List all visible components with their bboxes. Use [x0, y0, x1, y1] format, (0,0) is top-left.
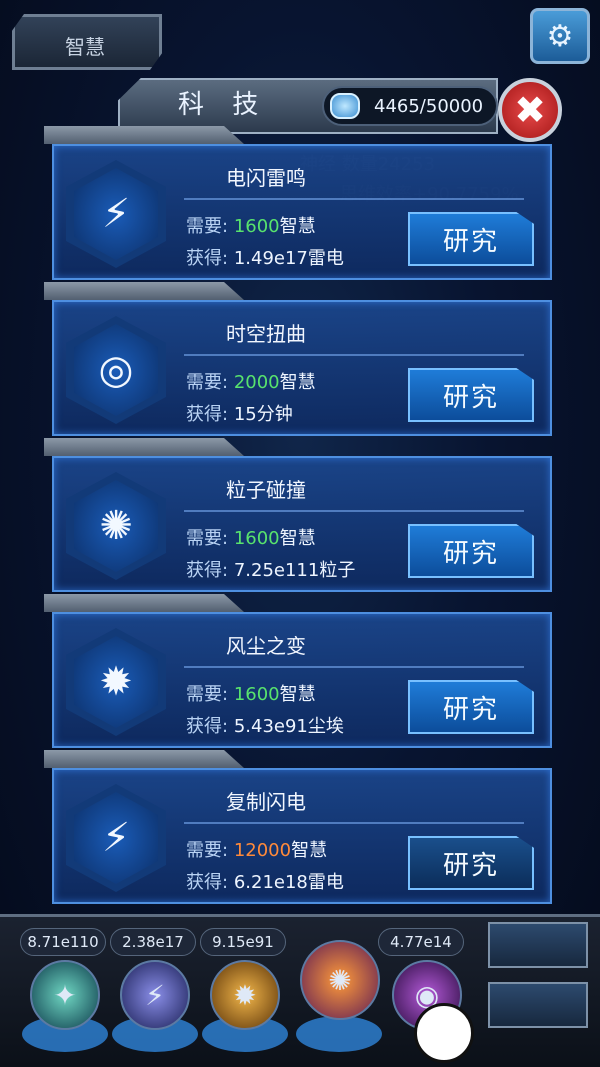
tech-card: ⚡ 复制闪电 需要: 12000智慧 获得: 6.21e18雷电 研究 [52, 768, 552, 904]
cost-row: 需要: 1600智慧 [186, 680, 316, 706]
divider [184, 666, 524, 668]
tech-title: 粒子碰撞 [226, 478, 306, 502]
card-tab [44, 438, 244, 456]
tech-title: 电闪雷鸣 [226, 166, 306, 190]
gain-value: 5.43e91尘埃 [233, 716, 344, 737]
tech-icon-frame: ✺ [66, 472, 166, 580]
wisdom-counter: 4465/50000 [322, 86, 498, 126]
cost-label: 需要: [186, 684, 229, 705]
cost-label: 需要: [186, 840, 229, 861]
card-tab [44, 126, 244, 144]
gain-label: 获得: [186, 404, 229, 425]
gain-value: 1.49e17雷电 [233, 248, 344, 269]
tech-icon-frame: ⚡ [66, 160, 166, 268]
research-button[interactable]: 研究 [408, 836, 534, 890]
gain-row: 获得: 1.49e17雷电 [186, 244, 344, 270]
orb-pedestal [296, 1016, 382, 1052]
cost-label: 需要: [186, 528, 229, 549]
resource-chip: 8.71e110 [20, 928, 106, 956]
resource-chip: 4.77e14 [378, 928, 464, 956]
particle-orb-icon[interactable]: ✦ [30, 960, 100, 1030]
cost-amount: 1600 [233, 528, 280, 549]
copy-lightning-icon: ⚡ [74, 792, 158, 884]
close-button[interactable]: ✖ [498, 78, 562, 142]
settings-button[interactable]: ⚙ [530, 8, 590, 64]
gain-value: 15分钟 [233, 404, 293, 425]
divider [184, 510, 524, 512]
cost-amount: 2000 [233, 372, 280, 393]
tech-card: ✺ 粒子碰撞 需要: 1600智慧 获得: 7.25e111粒子 研究 [52, 456, 552, 592]
divider [184, 354, 524, 356]
wisdom-tab[interactable]: 智慧 [12, 14, 162, 70]
cost-amount: 12000 [233, 840, 292, 861]
cost-unit: 智慧 [279, 684, 316, 705]
gain-label: 获得: [186, 560, 229, 581]
cost-row: 需要: 2000智慧 [186, 368, 316, 394]
tech-title: 时空扭曲 [226, 322, 306, 346]
lightning-burst-icon: ⚡ [74, 168, 158, 260]
research-button[interactable]: 研究 [408, 212, 534, 266]
side-menu-button[interactable] [488, 922, 588, 968]
research-button[interactable]: 研究 [408, 524, 534, 578]
wisdom-tab-label: 智慧 [65, 35, 105, 59]
time-warp-icon: ◎ [74, 324, 158, 416]
gain-label: 获得: [186, 716, 229, 737]
gain-label: 获得: [186, 872, 229, 893]
tech-card: ◎ 时空扭曲 需要: 2000智慧 获得: 15分钟 研究 [52, 300, 552, 436]
gain-row: 获得: 5.43e91尘埃 [186, 712, 344, 738]
tech-card: ⚡ 电闪雷鸣 需要: 1600智慧 获得: 1.49e17雷电 研究 [52, 144, 552, 280]
panel-title: 科 技 [178, 90, 269, 120]
close-icon: ✖ [514, 88, 546, 132]
research-button[interactable]: 研究 [408, 368, 534, 422]
cost-unit: 智慧 [279, 528, 316, 549]
cost-row: 需要: 1600智慧 [186, 212, 316, 238]
particle-collision-icon: ✺ [74, 480, 158, 572]
tech-icon-frame: ✹ [66, 628, 166, 736]
gain-row: 获得: 15分钟 [186, 400, 293, 426]
resource-chip: 2.38e17 [110, 928, 196, 956]
tech-icon-frame: ◎ [66, 316, 166, 424]
brain-icon [330, 93, 360, 119]
resource-chip: 9.15e91 [200, 928, 286, 956]
cost-row: 需要: 12000智慧 [186, 836, 327, 862]
gear-icon: ⚙ [546, 18, 574, 54]
cost-label: 需要: [186, 216, 229, 237]
tech-title: 复制闪电 [226, 790, 306, 814]
card-tab [44, 594, 244, 612]
wisdom-value: 4465/50000 [374, 95, 484, 117]
card-tab [44, 750, 244, 768]
divider [184, 822, 524, 824]
cost-row: 需要: 1600智慧 [186, 524, 316, 550]
panda-icon [414, 1003, 474, 1063]
research-button[interactable]: 研究 [408, 680, 534, 734]
tech-title: 风尘之变 [226, 634, 306, 658]
energy-orb-icon[interactable]: ✺ [300, 940, 380, 1020]
lightning-orb-icon[interactable]: ⚡ [120, 960, 190, 1030]
cost-unit: 智慧 [279, 372, 316, 393]
cost-label: 需要: [186, 372, 229, 393]
watermark-logo [410, 995, 600, 1067]
gain-value: 6.21e18雷电 [233, 872, 344, 893]
divider [184, 198, 524, 200]
dust-storm-icon: ✹ [74, 636, 158, 728]
cost-unit: 智慧 [291, 840, 328, 861]
cost-amount: 1600 [233, 216, 280, 237]
cost-amount: 1600 [233, 684, 280, 705]
gain-row: 获得: 7.25e111粒子 [186, 556, 355, 582]
tech-card: ✹ 风尘之变 需要: 1600智慧 获得: 5.43e91尘埃 研究 [52, 612, 552, 748]
tech-icon-frame: ⚡ [66, 784, 166, 892]
gain-row: 获得: 6.21e18雷电 [186, 868, 344, 894]
gain-label: 获得: [186, 248, 229, 269]
card-tab [44, 282, 244, 300]
cost-unit: 智慧 [279, 216, 316, 237]
dust-orb-icon[interactable]: ✹ [210, 960, 280, 1030]
gain-value: 7.25e111粒子 [233, 560, 356, 581]
